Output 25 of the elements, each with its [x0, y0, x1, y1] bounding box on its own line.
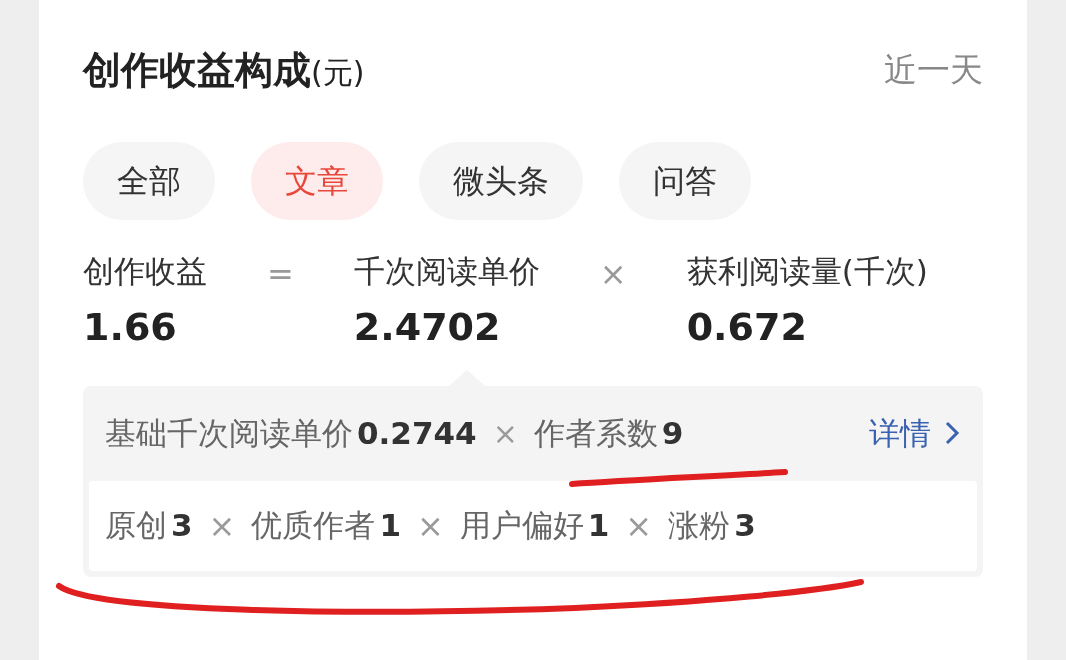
metric-value: 1.66 [83, 303, 178, 351]
details-link[interactable]: 详情 [869, 409, 961, 457]
factor-text: 原创 3 [105, 506, 193, 546]
operator-sign: = [267, 254, 294, 295]
metric-label: 创作收益 [83, 252, 207, 291]
multiply-sign: × [625, 505, 653, 547]
factor-text: 用户偏好 1 [459, 506, 610, 546]
chevron-right-icon [943, 420, 961, 446]
section-title: 创作收益构成(元) [83, 46, 365, 94]
period-button[interactable]: 近一天 [884, 45, 983, 95]
category-tab[interactable]: 问答 [619, 142, 751, 220]
multiply-sign: × [492, 414, 518, 453]
metric-label: 千次阅读单价 [353, 252, 540, 291]
metric-value: 2.4702 [353, 303, 502, 351]
multiply-sign: × [208, 505, 236, 547]
category-tab[interactable]: 全部 [83, 142, 215, 220]
metric-value: 0.672 [686, 303, 808, 351]
multiply-sign: × [416, 505, 444, 547]
factor-text: 优质作者 1 [251, 506, 401, 546]
category-tab[interactable]: 微头条 [419, 142, 583, 220]
factor-text: 涨粉 3 [668, 506, 756, 546]
factor-text: 基础千次阅读单价0.2744 [105, 413, 477, 453]
operator-sign: × [599, 254, 627, 295]
factor-text: 作者系数9 [533, 413, 684, 453]
metric-label: 获利阅读量(千次) [686, 252, 928, 291]
